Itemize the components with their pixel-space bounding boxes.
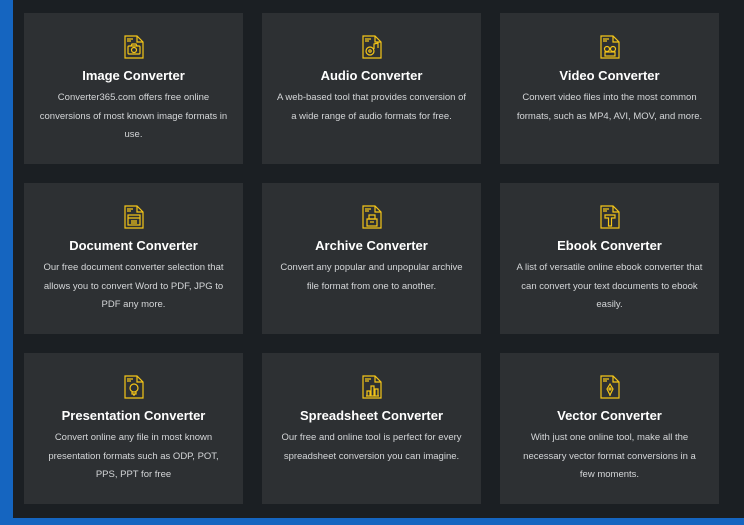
card-description: Convert video files into the most common…: [516, 92, 703, 122]
document-converter-card[interactable]: Document Converter Our free document con…: [24, 183, 243, 334]
converter-grid: Image Converter Converter365.com offers …: [24, 13, 719, 504]
card-description: Our free document converter selection th…: [43, 262, 224, 310]
video-converter-card[interactable]: Video Converter Convert video files into…: [500, 13, 719, 164]
card-title: Presentation Converter: [61, 408, 206, 423]
card-title: Vector Converter: [557, 408, 662, 423]
archive-converter-card[interactable]: Archive Converter Convert any popular an…: [262, 183, 481, 334]
card-title: Image Converter: [82, 68, 185, 83]
card-title: Video Converter: [559, 68, 660, 83]
converter-panel: Image Converter Converter365.com offers …: [13, 0, 744, 518]
image-converter-card[interactable]: Image Converter Converter365.com offers …: [24, 13, 243, 164]
card-description: Converter365.com offers free online conv…: [39, 92, 228, 140]
archive-file-icon: [361, 205, 382, 229]
card-title: Archive Converter: [315, 238, 428, 253]
ebook-file-icon: [599, 205, 620, 229]
spreadsheet-file-icon: [361, 375, 382, 399]
card-description: A list of versatile online ebook convert…: [516, 262, 703, 310]
presentation-file-icon: [123, 375, 144, 399]
vector-converter-card[interactable]: Vector Converter With just one online to…: [500, 353, 719, 504]
card-description: Convert any popular and unpopular archiv…: [280, 262, 463, 292]
card-description: Our free and online tool is perfect for …: [281, 432, 462, 462]
audio-converter-card[interactable]: Audio Converter A web-based tool that pr…: [262, 13, 481, 164]
spreadsheet-converter-card[interactable]: Spreadsheet Converter Our free and onlin…: [262, 353, 481, 504]
card-title: Ebook Converter: [557, 238, 662, 253]
card-description: With just one online tool, make all the …: [523, 432, 696, 480]
video-file-icon: [599, 35, 620, 59]
ebook-converter-card[interactable]: Ebook Converter A list of versatile onli…: [500, 183, 719, 334]
camera-file-icon: [123, 35, 144, 59]
music-file-icon: [361, 35, 382, 59]
card-description: A web-based tool that provides conversio…: [276, 92, 467, 122]
card-title: Spreadsheet Converter: [299, 408, 444, 423]
presentation-converter-card[interactable]: Presentation Converter Convert online an…: [24, 353, 243, 504]
card-title: Audio Converter: [320, 68, 423, 83]
document-file-icon: [123, 205, 144, 229]
vector-file-icon: [599, 375, 620, 399]
card-description: Convert online any file in most known pr…: [48, 432, 219, 480]
card-title: Document Converter: [69, 238, 198, 253]
